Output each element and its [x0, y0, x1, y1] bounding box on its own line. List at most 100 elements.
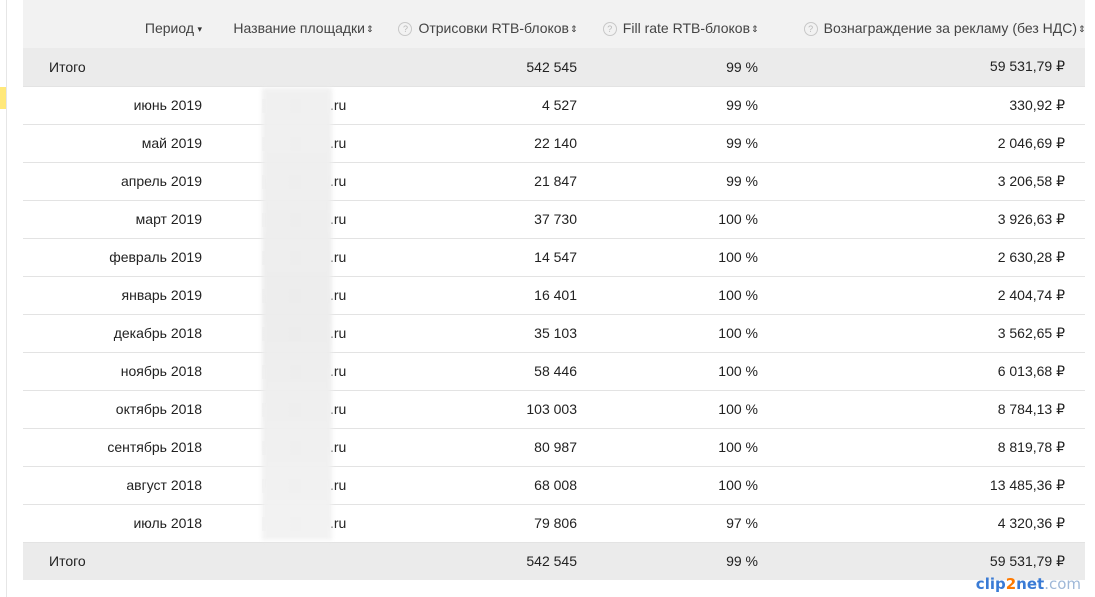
renders-cell: 35 103 — [373, 314, 577, 353]
site-domain-suffix: .ru — [330, 210, 347, 227]
watermark-part: .com — [1044, 575, 1081, 593]
period-cell: ноябрь 2018 — [23, 352, 202, 391]
column-header-label: Период — [144, 20, 194, 36]
fill-rate-cell: 100 % — [577, 428, 758, 467]
renders-cell: 80 987 — [373, 428, 577, 467]
period-cell: октябрь 2018 — [23, 390, 202, 429]
help-icon[interactable]: ? — [398, 22, 413, 36]
table-row: апрель 2019 .ru 21 847 99 % 3 206,58 ₽ — [23, 162, 1085, 201]
redacted-site-names — [262, 88, 332, 540]
renders-cell: 16 401 — [373, 276, 577, 315]
column-header-label: Название площадки — [233, 20, 365, 36]
site-domain-suffix: .ru — [330, 172, 347, 189]
help-icon[interactable]: ? — [803, 22, 818, 36]
reward-cell: 8 819,78 ₽ — [758, 428, 1085, 467]
period-cell: январь 2019 — [23, 276, 202, 315]
reward-cell: 3 562,65 ₽ — [758, 314, 1085, 353]
total-row-top: Итого 542 545 99 % 59 531,79 ₽ — [23, 48, 1085, 87]
fill-rate-cell: 97 % — [577, 504, 758, 543]
renders-cell: 4 527 — [373, 86, 577, 125]
site-domain-suffix: .ru — [330, 248, 347, 265]
active-nav-marker — [0, 87, 6, 109]
renders-cell: 58 446 — [373, 352, 577, 391]
reward-cell: 13 485,36 ₽ — [758, 466, 1085, 505]
fill-rate-cell: 99 % — [577, 162, 758, 201]
total-reward: 59 531,79 ₽ — [758, 48, 1085, 87]
total-renders: 542 545 — [373, 48, 577, 87]
site-domain-suffix: .ru — [330, 400, 347, 417]
sort-icon[interactable]: ⇕ — [751, 24, 758, 35]
total-site-cell — [202, 48, 373, 87]
sort-icon[interactable]: ⇕ — [570, 24, 577, 35]
site-domain-suffix: .ru — [330, 476, 347, 493]
stats-table-container: Период ▾ Название площадки⇕ ? Отрисовки RT… — [23, 0, 1085, 580]
table-row: май 2019 .ru 22 140 99 % 2 046,69 ₽ — [23, 124, 1085, 163]
fill-rate-cell: 100 % — [577, 276, 758, 315]
renders-cell: 22 140 — [373, 124, 577, 163]
fill-rate-cell: 100 % — [577, 466, 758, 505]
watermark-part: clip — [975, 575, 1006, 593]
fill-rate-cell: 99 % — [577, 124, 758, 163]
renders-cell: 103 003 — [373, 390, 577, 429]
column-header-period[interactable]: Период ▾ — [23, 0, 202, 48]
reward-cell: 3 206,58 ₽ — [758, 162, 1085, 201]
site-domain-suffix: .ru — [330, 514, 347, 531]
sort-down-icon[interactable]: ▾ — [195, 24, 202, 35]
fill-rate-cell: 100 % — [577, 238, 758, 277]
stats-table: Период ▾ Название площадки⇕ ? Отрисовки RT… — [23, 0, 1085, 580]
site-domain-suffix: .ru — [330, 96, 347, 113]
period-cell: февраль 2019 — [23, 238, 202, 277]
fill-rate-cell: 99 % — [577, 86, 758, 125]
column-header-reward[interactable]: ? Вознаграждение за рекламу (без НДС)⇕ — [758, 0, 1085, 48]
watermark-part: net — [1016, 575, 1045, 593]
sort-icon[interactable]: ⇕ — [1078, 24, 1085, 35]
column-header-fill-rate[interactable]: ? Fill rate RTB-блоков⇕ — [577, 0, 758, 48]
reward-cell: 2 630,28 ₽ — [758, 238, 1085, 277]
reward-cell: 4 320,36 ₽ — [758, 504, 1085, 543]
site-domain-suffix: .ru — [330, 286, 347, 303]
column-header-label: Вознаграждение за рекламу (без НДС) — [823, 20, 1077, 36]
table-row: январь 2019 .ru 16 401 100 % 2 404,74 ₽ — [23, 276, 1085, 315]
period-cell: июль 2018 — [23, 504, 202, 543]
period-cell: август 2018 — [23, 466, 202, 505]
period-cell: апрель 2019 — [23, 162, 202, 201]
column-header-label: Fill rate RTB-блоков — [622, 20, 750, 36]
table-header-row: Период ▾ Название площадки⇕ ? Отрисовки RT… — [23, 0, 1085, 48]
period-cell: март 2019 — [23, 200, 202, 239]
column-header-site[interactable]: Название площадки⇕ — [202, 0, 373, 48]
sort-icon[interactable]: ⇕ — [366, 24, 373, 35]
table-row: сентябрь 2018 .ru 80 987 100 % 8 819,78 ₽ — [23, 428, 1085, 467]
fill-rate-cell: 100 % — [577, 352, 758, 391]
watermark-part: 2 — [1005, 575, 1017, 593]
reward-cell: 330,92 ₽ — [758, 86, 1085, 125]
reward-cell: 2 404,74 ₽ — [758, 276, 1085, 315]
fill-rate-cell: 100 % — [577, 200, 758, 239]
column-header-label: Отрисовки RTB-блоков — [418, 20, 569, 36]
total-label: Итого — [23, 48, 202, 87]
reward-cell: 3 926,63 ₽ — [758, 200, 1085, 239]
table-row: июль 2018 .ru 79 806 97 % 4 320,36 ₽ — [23, 504, 1085, 543]
renders-cell: 21 847 — [373, 162, 577, 201]
fill-rate-cell: 100 % — [577, 390, 758, 429]
table-row: ноябрь 2018 .ru 58 446 100 % 6 013,68 ₽ — [23, 352, 1085, 391]
fill-rate-cell: 100 % — [577, 314, 758, 353]
site-domain-suffix: .ru — [330, 438, 347, 455]
site-domain-suffix: .ru — [330, 362, 347, 379]
period-cell: декабрь 2018 — [23, 314, 202, 353]
table-row: октябрь 2018 .ru 103 003 100 % 8 784,13 ₽ — [23, 390, 1085, 429]
total-renders: 542 545 — [373, 542, 577, 580]
reward-cell: 2 046,69 ₽ — [758, 124, 1085, 163]
reward-cell: 8 784,13 ₽ — [758, 390, 1085, 429]
clip2net-watermark: clip2net.com — [976, 575, 1081, 593]
table-row: декабрь 2018 .ru 35 103 100 % 3 562,65 ₽ — [23, 314, 1085, 353]
total-site-cell — [202, 542, 373, 580]
table-row: февраль 2019 .ru 14 547 100 % 2 630,28 ₽ — [23, 238, 1085, 277]
help-icon[interactable]: ? — [602, 22, 617, 36]
column-header-renders[interactable]: ? Отрисовки RTB-блоков⇕ — [373, 0, 577, 48]
total-label: Итого — [23, 542, 202, 580]
total-fill-rate: 99 % — [577, 542, 758, 580]
total-row-bottom: Итого 542 545 99 % 59 531,79 ₽ — [23, 542, 1085, 580]
site-domain-suffix: .ru — [330, 134, 347, 151]
table-row: июнь 2019 .ru 4 527 99 % 330,92 ₽ — [23, 86, 1085, 125]
site-domain-suffix: .ru — [330, 324, 347, 341]
